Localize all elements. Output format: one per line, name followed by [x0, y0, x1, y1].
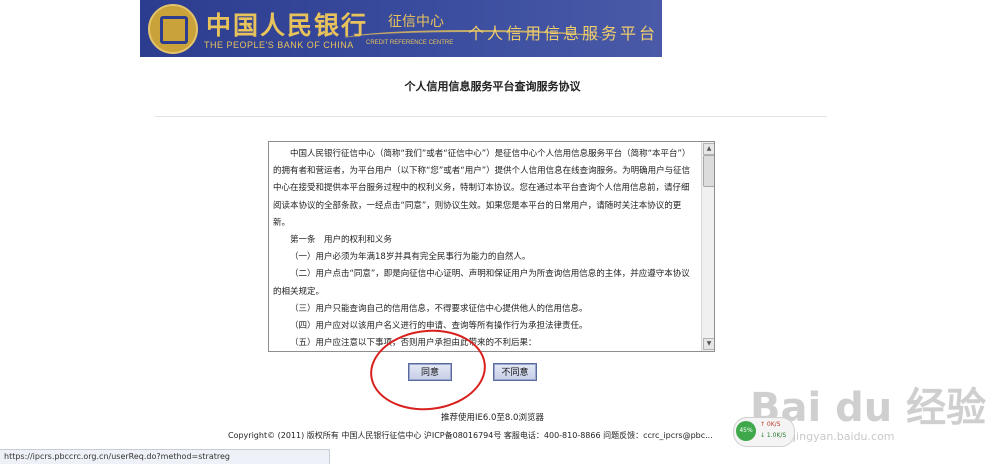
- agreement-paragraph: （三）用户只能查询自己的信用信息，不得要求征信中心提供他人的信用信息。: [290, 303, 588, 314]
- bank-name-en: THE PEOPLE'S BANK OF CHINA: [204, 40, 354, 50]
- watermark-url: jingyan.baidu.com: [793, 430, 895, 443]
- agreement-paragraph: （五）用户应注意以下事项，否则用户承担由此带来的不利后果：: [290, 338, 537, 349]
- net-percent-badge: 45%: [736, 421, 756, 441]
- center-name-cn: 征信中心: [388, 14, 444, 30]
- agree-button[interactable]: 同意: [408, 363, 452, 381]
- upload-speed: ↑ 0K/S: [760, 421, 781, 428]
- disagree-button[interactable]: 不同意: [493, 363, 537, 381]
- status-bar-url: https://ipcrs.pbccrc.org.cn/userReq.do?m…: [0, 449, 330, 464]
- header-banner: 中国人民银行 征信中心 THE PEOPLE'S BANK OF CHINA C…: [140, 0, 662, 57]
- agreement-paragraph: 第一条 用户的权利和义务: [290, 235, 393, 246]
- scroll-thumb[interactable]: [703, 155, 714, 187]
- network-speed-widget[interactable]: 45% ↑ 0K/S ↓ 1.0K/S: [733, 417, 795, 447]
- agreement-textarea[interactable]: 中国人民银行征信中心（简称“我们”或者“征信中心”）是征信中心个人信用信息服务平…: [268, 141, 715, 352]
- agreement-text: 中国人民银行征信中心（简称“我们”或者“征信中心”）是征信中心个人信用信息服务平…: [269, 142, 702, 351]
- page-title: 个人信用信息服务平台查询服务协议: [404, 80, 581, 93]
- pboc-emblem-icon: [148, 4, 198, 54]
- download-speed: ↓ 1.0K/S: [760, 432, 787, 439]
- scroll-up-icon[interactable]: ▲: [703, 143, 714, 155]
- scrollbar[interactable]: ▲ ▼: [701, 142, 714, 351]
- scroll-down-icon[interactable]: ▼: [703, 338, 714, 350]
- agreement-paragraph: （四）用户应对以该用户名义进行的申请、查询等所有操作行为承担法律责任。: [290, 321, 588, 332]
- agreement-paragraph: （二）用户点击“同意”，即是向征信中心证明、声明和保证用户为所查询信用信息的主体…: [273, 269, 690, 297]
- bank-name-cn: 中国人民银行: [206, 11, 369, 40]
- copyright: Copyright© (2011) 版权所有 中国人民银行征信中心 沪ICP备0…: [228, 431, 713, 440]
- agreement-paragraph: （一）用户必须为年满18岁并具有完全民事行为能力的自然人。: [290, 252, 531, 263]
- agreement-paragraph: 中国人民银行征信中心（简称“我们”或者“征信中心”）是征信中心个人信用信息服务平…: [273, 149, 691, 228]
- divider: [155, 116, 827, 117]
- platform-name: 个人信用信息服务平台: [468, 24, 659, 43]
